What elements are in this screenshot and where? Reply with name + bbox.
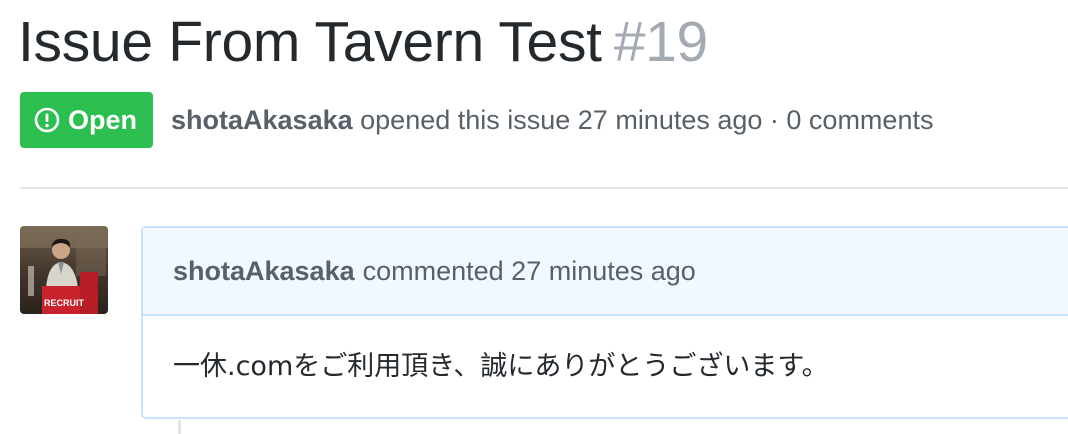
issue-author-link[interactable]: shotaAkasaka [171, 105, 353, 135]
issue-meta-row: Open shotaAkasaka opened this issue 27 m… [20, 92, 933, 148]
comment-action-text: commented 27 minutes ago [362, 255, 696, 286]
avatar-image: RECRUIT [20, 226, 108, 314]
comment-body: 一休.comをご利用頂き、誠にありがとうございます。 [173, 351, 829, 382]
issue-meta-text: shotaAkasaka opened this issue 27 minute… [171, 105, 933, 136]
issue-number: #19 [613, 10, 709, 74]
avatar[interactable]: RECRUIT [20, 226, 108, 314]
issue-state-badge: Open [20, 92, 154, 148]
issue-opened-icon [34, 107, 60, 133]
timeline-line [178, 420, 181, 434]
comment-author-link[interactable]: shotaAkasaka [173, 256, 355, 287]
issue-title: Issue From Tavern Test [18, 10, 602, 74]
issue-opened-text: opened this issue 27 minutes ago · 0 com… [360, 104, 934, 135]
issue-state-label: Open [68, 104, 138, 135]
comment-box: shotaAkasaka commented 27 minutes ago 一休… [141, 226, 1068, 419]
avatar-caption: RECRUIT [44, 298, 85, 308]
comment-header: shotaAkasaka commented 27 minutes ago [143, 228, 1068, 316]
issue-title-row: Issue From Tavern Test #19 [18, 4, 708, 80]
issue-page: Issue From Tavern Test #19 Open shotaAkas… [0, 0, 1068, 434]
header-divider [20, 187, 1068, 189]
